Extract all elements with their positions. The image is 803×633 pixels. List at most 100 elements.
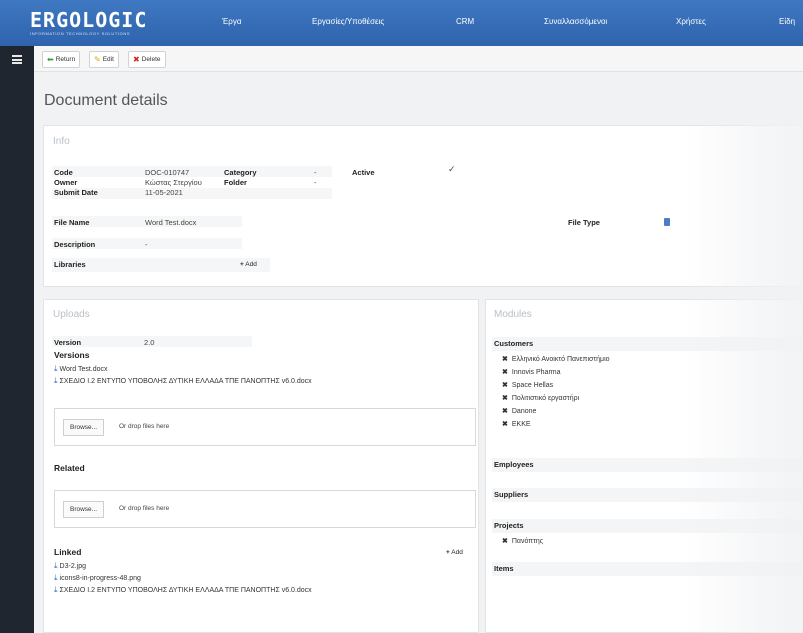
remove-x-icon[interactable]: ✖ [502, 538, 508, 545]
hamburger-menu-icon[interactable] [12, 55, 22, 64]
add-library-button[interactable]: + Add [240, 261, 257, 268]
nav-item-projects[interactable]: Έργα [222, 17, 241, 26]
customer-name: Ελληνικό Ανοικτό Πανεπιστήμιο [511, 356, 610, 363]
customers-heading: Customers [494, 339, 534, 348]
linked-file-link[interactable]: ⤓ D3-2.jpg [54, 561, 86, 571]
nav-item-crm[interactable]: CRM [456, 17, 474, 26]
nav-item-users[interactable]: Χρήστες [676, 17, 706, 26]
file-name-label: File Name [54, 218, 90, 227]
version-label: Version [54, 338, 82, 347]
download-icon: ⤓ [54, 561, 58, 570]
add-linked-label: Add [451, 549, 463, 556]
customer-item: ✖ ΕΚΚΕ [502, 420, 531, 428]
versions-label: Versions [54, 350, 90, 360]
remove-x-icon[interactable]: ✖ [502, 382, 508, 389]
nav-item-items[interactable]: Είδη [779, 17, 795, 26]
customer-item: ✖ Ελληνικό Ανοικτό Πανεπιστήμιο [502, 355, 610, 363]
browse-button[interactable]: Browse... [63, 501, 105, 518]
edit-label: Edit [102, 56, 114, 63]
delete-button[interactable]: ✖ Delete [128, 51, 166, 68]
customer-item: ✖ Danone [502, 407, 536, 415]
drop-hint: Or drop files here [119, 505, 170, 512]
remove-x-icon[interactable]: ✖ [502, 356, 508, 363]
version-value: 2.0 [144, 338, 155, 347]
row-background [52, 166, 332, 177]
code-value: DOC-010747 [145, 168, 190, 177]
nav-item-tasks[interactable]: Εργασίες/Υποθέσεις [312, 17, 384, 26]
add-library-label: Add [245, 261, 257, 268]
info-panel: Info Code DOC-010747 Owner Κώστας Στεργί… [43, 125, 803, 287]
section-band [492, 458, 803, 472]
category-value: - [314, 168, 317, 177]
return-button[interactable]: ⬅ Return [42, 51, 81, 68]
linked-file-link[interactable]: ⤓ icons8-in-progress-48.png [54, 573, 141, 583]
remove-x-icon[interactable]: ✖ [502, 421, 508, 428]
customer-name: Danone [511, 408, 537, 415]
section-band [492, 488, 803, 502]
download-icon: ⤓ [54, 376, 58, 385]
project-item: ✖ Πανόπτης [502, 537, 543, 545]
arrow-left-icon: ⬅ [47, 55, 54, 64]
linked-file-text: D3-2.jpg [59, 563, 87, 570]
modules-panel-title: Modules [494, 309, 532, 320]
download-icon: ⤓ [54, 585, 58, 594]
related-label: Related [54, 463, 85, 473]
customer-name: Innovis Pharma [511, 369, 561, 376]
owner-label: Owner [54, 178, 78, 187]
action-toolbar: ⬅ Return ✎ Edit ✖ Delete [34, 46, 803, 72]
customer-item: ✖ Πολιτιστικό εργαστήρι [502, 394, 579, 402]
version-link-text: ΣΧΕΔΙΟ Ι.2 ΕΝΤΥΠΟ ΥΠΟΒΟΛΗΣ ΔΥΤΙΚΗ ΕΛΛΑΔΑ… [59, 378, 312, 385]
linked-file-text: ΣΧΕΔΙΟ Ι.2 ΕΝΤΥΠΟ ΥΠΟΒΟΛΗΣ ΔΥΤΙΚΗ ΕΛΛΑΔΑ… [59, 587, 312, 594]
remove-x-icon[interactable]: ✖ [502, 369, 508, 376]
section-band [492, 562, 803, 576]
delete-label: Delete [141, 56, 161, 63]
ergologic-logo[interactable]: ERGOLOGIC [30, 8, 147, 32]
version-link[interactable]: ⤓ ΣΧΕΔΙΟ Ι.2 ΕΝΤΥΠΟ ΥΠΟΒΟΛΗΣ ΔΥΤΙΚΗ ΕΛΛΑΔ… [54, 376, 312, 386]
code-label: Code [54, 168, 73, 177]
customer-name: Πολιτιστικό εργαστήρι [511, 395, 580, 402]
active-label: Active [352, 168, 375, 177]
customer-name: Space Hellas [511, 382, 554, 389]
delete-x-icon: ✖ [133, 55, 140, 64]
owner-value: Κώστας Στεργίου [145, 178, 202, 187]
left-sidebar [0, 46, 34, 633]
version-link-text: Word Test.docx [59, 366, 108, 373]
uploads-panel-title: Uploads [53, 309, 90, 320]
submit-date-label: Submit Date [54, 188, 98, 197]
description-label: Description [54, 240, 96, 249]
libraries-label: Libraries [54, 260, 86, 269]
folder-value: - [314, 178, 317, 187]
submit-date-value: 11-05-2021 [145, 188, 183, 197]
employees-heading: Employees [494, 460, 534, 469]
main-content: ⬅ Return ✎ Edit ✖ Delete Document details I… [34, 46, 803, 633]
page-title: Document details [44, 92, 168, 109]
uploads-panel: Uploads Version 2.0 Versions ⤓ Word Test.… [43, 299, 479, 633]
edit-button[interactable]: ✎ Edit [89, 51, 119, 68]
nav-item-contacts[interactable]: Συναλλασσόμενοι [544, 17, 607, 26]
version-link[interactable]: ⤓ Word Test.docx [54, 364, 108, 374]
download-icon: ⤓ [54, 364, 58, 373]
related-dropzone[interactable]: Browse... Or drop files here [54, 490, 476, 528]
linked-file-text: icons8-in-progress-48.png [59, 575, 141, 582]
file-name-value: Word Test.docx [145, 218, 197, 227]
top-navbar: ERGOLOGIC INFORMATION TECHNOLOGY SOLUTIO… [0, 0, 803, 46]
info-panel-title: Info [53, 136, 70, 147]
file-type-label: File Type [568, 218, 600, 227]
folder-label: Folder [224, 178, 247, 187]
remove-x-icon[interactable]: ✖ [502, 395, 508, 402]
category-label: Category [224, 168, 257, 177]
browse-button[interactable]: Browse... [63, 419, 105, 436]
remove-x-icon[interactable]: ✖ [502, 408, 508, 415]
linked-file-link[interactable]: ⤓ ΣΧΕΔΙΟ Ι.2 ΕΝΤΥΠΟ ΥΠΟΒΟΛΗΣ ΔΥΤΙΚΗ ΕΛΛΑΔ… [54, 585, 312, 595]
linked-label: Linked [54, 547, 82, 557]
download-icon: ⤓ [54, 573, 58, 582]
logo-tagline: INFORMATION TECHNOLOGY SOLUTIONS [30, 31, 131, 36]
pencil-icon: ✎ [94, 55, 101, 64]
versions-dropzone[interactable]: Browse... Or drop files here [54, 408, 476, 446]
projects-heading: Projects [494, 521, 524, 530]
modules-panel: Modules Customers ✖ Ελληνικό Ανοικτό Πανε… [485, 299, 803, 633]
return-label: Return [55, 56, 76, 63]
items-heading: Items [494, 564, 514, 573]
active-check-icon: ✓ [448, 164, 456, 174]
add-linked-button[interactable]: + Add [446, 549, 463, 556]
